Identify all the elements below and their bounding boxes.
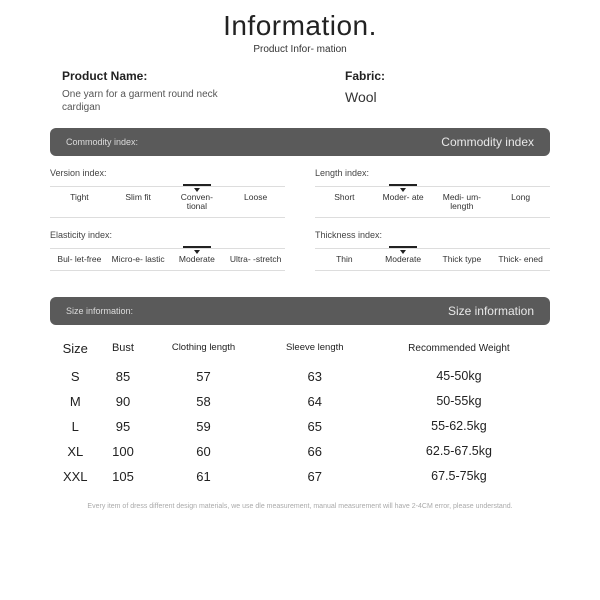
table-row: XXL105616767.5-75kg — [50, 464, 550, 489]
table-cell: 65 — [262, 414, 368, 439]
table-cell: 95 — [101, 414, 146, 439]
table-cell: 90 — [101, 389, 146, 414]
scale-tick: Ultra- -stretch — [226, 249, 285, 270]
fabric-value: Wool — [315, 89, 550, 105]
thickness-index-title: Thickness index: — [315, 230, 550, 240]
scale-marker — [183, 184, 211, 192]
scale-tick: Thick type — [433, 249, 492, 270]
table-row: L95596555-62.5kg — [50, 414, 550, 439]
table-cell: 66 — [262, 439, 368, 464]
table-row: XL100606662.5-67.5kg — [50, 439, 550, 464]
commodity-index-band: Commodity index: Commodity index — [50, 128, 550, 156]
table-cell: L — [50, 414, 101, 439]
table-cell: 59 — [145, 414, 261, 439]
fabric-col: Fabric: Wool — [315, 69, 550, 114]
indices-right: Length index: ShortModer- ateMedi- um-le… — [315, 168, 550, 283]
version-index-title: Version index: — [50, 168, 285, 178]
table-cell: M — [50, 389, 101, 414]
product-name-col: Product Name: One yarn for a garment rou… — [50, 69, 285, 114]
product-name-label: Product Name: — [50, 69, 285, 83]
table-cell: XXL — [50, 464, 101, 489]
thickness-scale: ThinModerateThick typeThick- ened — [315, 248, 550, 271]
length-index-title: Length index: — [315, 168, 550, 178]
table-cell: 67.5-75kg — [368, 464, 550, 489]
elasticity-scale: Bul- let-freeMicro-e- lasticModerateUltr… — [50, 248, 285, 271]
scale-tick: Thick- ened — [491, 249, 550, 270]
table-cell: S — [50, 364, 101, 389]
table-cell: 60 — [145, 439, 261, 464]
scale-tick: Thin — [315, 249, 374, 270]
band-right: Size information — [448, 304, 534, 318]
table-cell: 85 — [101, 364, 146, 389]
size-table: SizeBustClothing lengthSleeve lengthReco… — [50, 337, 550, 489]
page: Information. Product Infor- mation Produ… — [0, 0, 600, 510]
scale-marker — [183, 246, 211, 254]
table-cell: 63 — [262, 364, 368, 389]
scale-tick: Slim fit — [109, 187, 168, 217]
scale-marker — [389, 184, 417, 192]
table-cell: 64 — [262, 389, 368, 414]
table-header: Sleeve length — [262, 337, 368, 364]
table-cell: 58 — [145, 389, 261, 414]
table-row: M90586450-55kg — [50, 389, 550, 414]
product-name-value: One yarn for a garment round neck cardig… — [50, 89, 230, 114]
table-row: S85576345-50kg — [50, 364, 550, 389]
scale-tick: Short — [315, 187, 374, 217]
table-cell: XL — [50, 439, 101, 464]
indices: Version index: TightSlim fitConven- tion… — [50, 168, 550, 283]
elasticity-index: Elasticity index: Bul- let-freeMicro-e- … — [50, 230, 285, 271]
table-header: Size — [50, 337, 101, 364]
scale-tick: Long — [491, 187, 550, 217]
scale-tick: Medi- um-length — [433, 187, 492, 217]
table-cell: 45-50kg — [368, 364, 550, 389]
length-index: Length index: ShortModer- ateMedi- um-le… — [315, 168, 550, 218]
table-cell: 50-55kg — [368, 389, 550, 414]
band-left: Size information: — [66, 306, 133, 316]
scale-tick: Micro-e- lastic — [109, 249, 168, 270]
table-header: Bust — [101, 337, 146, 364]
version-index: Version index: TightSlim fitConven- tion… — [50, 168, 285, 218]
fabric-label: Fabric: — [315, 69, 550, 83]
version-scale: TightSlim fitConven- tionalLoose — [50, 186, 285, 218]
page-subtitle: Product Infor- mation — [50, 44, 550, 55]
table-cell: 55-62.5kg — [368, 414, 550, 439]
indices-left: Version index: TightSlim fitConven- tion… — [50, 168, 285, 283]
table-cell: 61 — [145, 464, 261, 489]
page-title: Information. — [50, 10, 550, 42]
table-cell: 62.5-67.5kg — [368, 439, 550, 464]
size-table-head-row: SizeBustClothing lengthSleeve lengthReco… — [50, 337, 550, 364]
size-info-band: Size information: Size information — [50, 297, 550, 325]
size-table-body: S85576345-50kgM90586450-55kgL95596555-62… — [50, 364, 550, 489]
scale-tick: Bul- let-free — [50, 249, 109, 270]
table-cell: 100 — [101, 439, 146, 464]
scale-marker — [389, 246, 417, 254]
product-row: Product Name: One yarn for a garment rou… — [50, 69, 550, 114]
thickness-index: Thickness index: ThinModerateThick typeT… — [315, 230, 550, 271]
table-header: Clothing length — [145, 337, 261, 364]
table-cell: 57 — [145, 364, 261, 389]
footnote: Every item of dress different design mat… — [50, 503, 550, 510]
table-header: Recommended Weight — [368, 337, 550, 364]
band-right: Commodity index — [441, 135, 534, 149]
scale-tick: Tight — [50, 187, 109, 217]
scale-tick: Loose — [226, 187, 285, 217]
table-cell: 67 — [262, 464, 368, 489]
table-cell: 105 — [101, 464, 146, 489]
elasticity-index-title: Elasticity index: — [50, 230, 285, 240]
band-left: Commodity index: — [66, 137, 138, 147]
length-scale: ShortModer- ateMedi- um-lengthLong — [315, 186, 550, 218]
